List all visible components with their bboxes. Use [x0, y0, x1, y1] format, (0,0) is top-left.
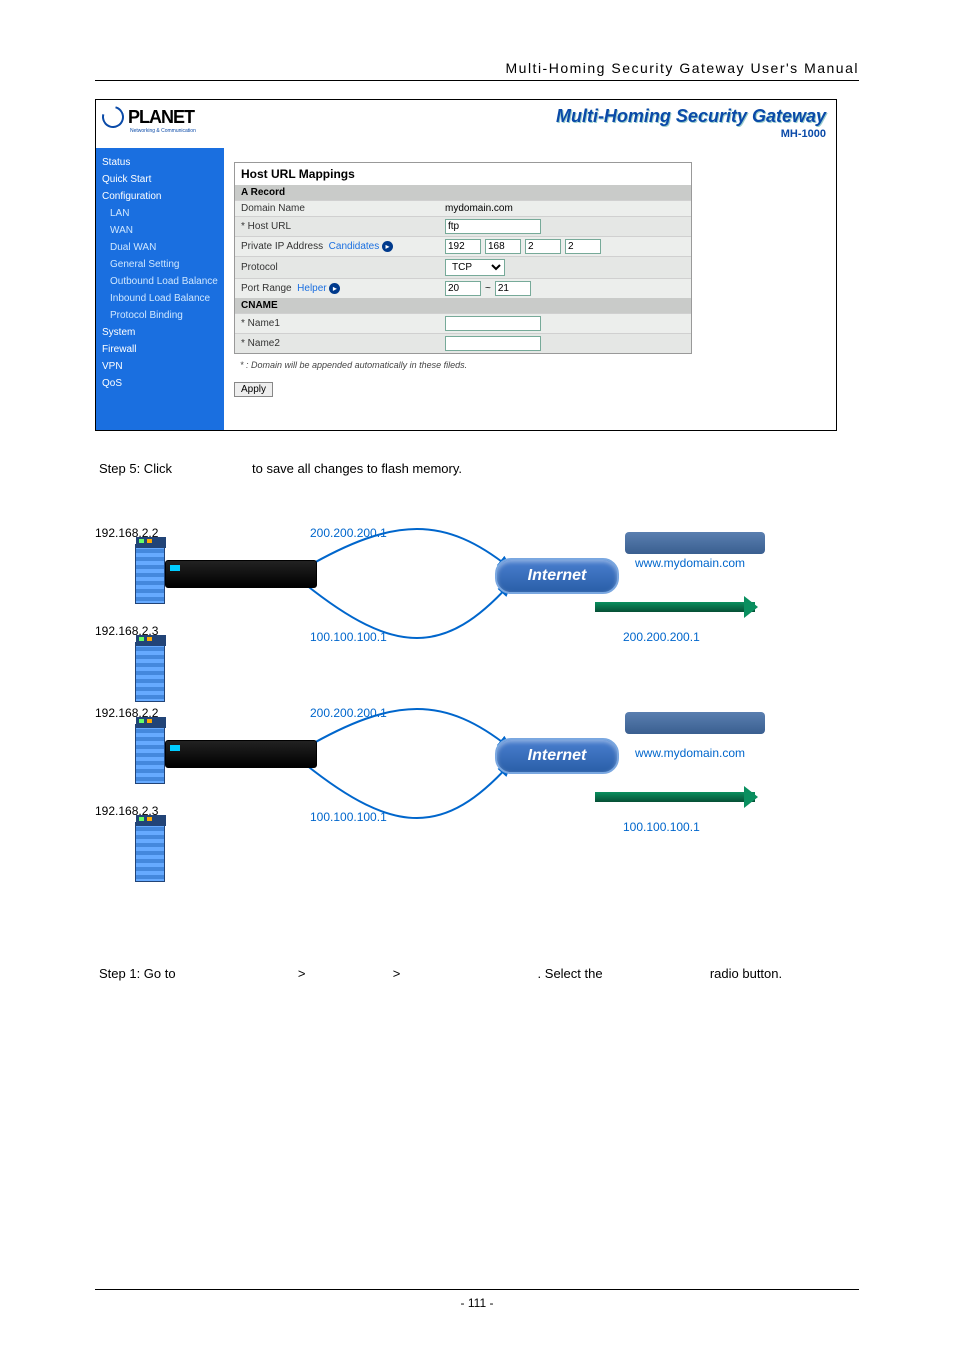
server-icon [135, 642, 165, 702]
sidebar-item-inbound[interactable]: Inbound Load Balance [96, 290, 224, 307]
wan2-label: 100.100.100.1 [310, 810, 387, 824]
internet-badge: Internet [495, 738, 619, 774]
brand-model: MH-1000 [781, 128, 826, 140]
label-portrange: Port Range Helper ▸ [241, 283, 441, 294]
input-port2[interactable] [495, 281, 531, 296]
sidebar-item-firewall[interactable]: Firewall [96, 341, 224, 358]
sidebar-item-outbound[interactable]: Outbound Load Balance [96, 273, 224, 290]
input-port1[interactable] [445, 281, 481, 296]
select-protocol[interactable]: TCP [445, 259, 505, 276]
network-diagram: 192.168.2.2 192.168.2.3 200.200.200.1 10… [95, 526, 835, 926]
server-icon [135, 544, 165, 604]
input-name2[interactable] [445, 336, 541, 351]
arrow-icon [595, 792, 755, 802]
label-protocol: Protocol [241, 262, 441, 273]
sidebar-item-lan[interactable]: LAN [96, 205, 224, 222]
sidebar-item-qos[interactable]: QoS [96, 375, 224, 392]
label-privip: Private IP Address Candidates ▸ [241, 241, 441, 252]
panel-title: Host URL Mappings [235, 163, 691, 185]
sidebar-item-protocolbinding[interactable]: Protocol Binding [96, 307, 224, 324]
router-ui-screenshot: PLANET Networking & Communication Multi-… [95, 99, 837, 431]
label-domain: Domain Name [241, 203, 441, 214]
header-rule [95, 80, 859, 81]
domain-label: www.mydomain.com [635, 556, 745, 570]
label-hosturl: * Host URL [241, 221, 441, 232]
label-name1: * Name1 [241, 318, 441, 329]
input-ip2[interactable] [485, 239, 521, 254]
sidebar-item-status[interactable]: Status [96, 154, 224, 171]
input-ip1[interactable] [445, 239, 481, 254]
info-icon[interactable]: ▸ [382, 241, 393, 252]
info-icon[interactable]: ▸ [329, 283, 340, 294]
sidebar-item-system[interactable]: System [96, 324, 224, 341]
value-domain: mydomain.com [445, 203, 513, 214]
apply-button[interactable]: Apply [234, 382, 273, 397]
helper-link[interactable]: Helper [297, 283, 326, 294]
row-domain: Domain Name mydomain.com [235, 200, 691, 216]
row-protocol: Protocol TCP [235, 256, 691, 278]
logo-icon [98, 102, 128, 132]
main-panel: Host URL Mappings A Record Domain Name m… [224, 148, 836, 430]
sidebar-item-vpn[interactable]: VPN [96, 358, 224, 375]
section-arecord: A Record [235, 185, 691, 200]
label-name2: * Name2 [241, 338, 441, 349]
router-icon [165, 740, 317, 768]
page-number: - 111 - [95, 1289, 859, 1310]
server-icon [135, 724, 165, 784]
dns-label: 100.100.100.1 [623, 820, 700, 834]
sidebar-item-configuration[interactable]: Configuration [96, 188, 224, 205]
remote-server-icon [625, 712, 765, 734]
doc-header: Multi-Homing Security Gateway User's Man… [95, 60, 859, 76]
sidebar: Status Quick Start Configuration LAN WAN… [96, 148, 224, 430]
input-name1[interactable] [445, 316, 541, 331]
wan2-label: 100.100.100.1 [310, 630, 387, 644]
port-sep: ~ [485, 283, 491, 294]
row-name1: * Name1 [235, 313, 691, 333]
sidebar-item-generalsetting[interactable]: General Setting [96, 256, 224, 273]
sidebar-item-quickstart[interactable]: Quick Start [96, 171, 224, 188]
remote-server-icon [625, 532, 765, 554]
domain-label: www.mydomain.com [635, 746, 745, 760]
input-hosturl[interactable] [445, 219, 541, 234]
brand-title: Multi-Homing Security Gateway [556, 106, 826, 127]
row-portrange: Port Range Helper ▸ ~ [235, 278, 691, 298]
step5-text: Step 5: Clickto save all changes to flas… [99, 461, 859, 476]
sidebar-item-wan[interactable]: WAN [96, 222, 224, 239]
wan1-label: 200.200.200.1 [310, 706, 387, 720]
dns-label: 200.200.200.1 [623, 630, 700, 644]
section-cname: CNAME [235, 298, 691, 313]
input-ip3[interactable] [525, 239, 561, 254]
server-icon [135, 822, 165, 882]
footnote: * : Domain will be appended automaticall… [234, 354, 836, 376]
internet-badge: Internet [495, 558, 619, 594]
logo-subtext: Networking & Communication [130, 128, 196, 134]
arrow-icon [595, 602, 755, 612]
row-hosturl: * Host URL [235, 216, 691, 236]
sidebar-item-dualwan[interactable]: Dual WAN [96, 239, 224, 256]
step1-text: Step 1: Go to > > . Select the radio but… [99, 966, 859, 981]
row-privip: Private IP Address Candidates ▸ [235, 236, 691, 256]
logo: PLANET Networking & Communication [102, 106, 194, 128]
candidates-link[interactable]: Candidates [329, 241, 380, 252]
logo-text: PLANET [128, 107, 194, 128]
wan1-label: 200.200.200.1 [310, 526, 387, 540]
row-name2: * Name2 [235, 333, 691, 353]
input-ip4[interactable] [565, 239, 601, 254]
router-icon [165, 560, 317, 588]
